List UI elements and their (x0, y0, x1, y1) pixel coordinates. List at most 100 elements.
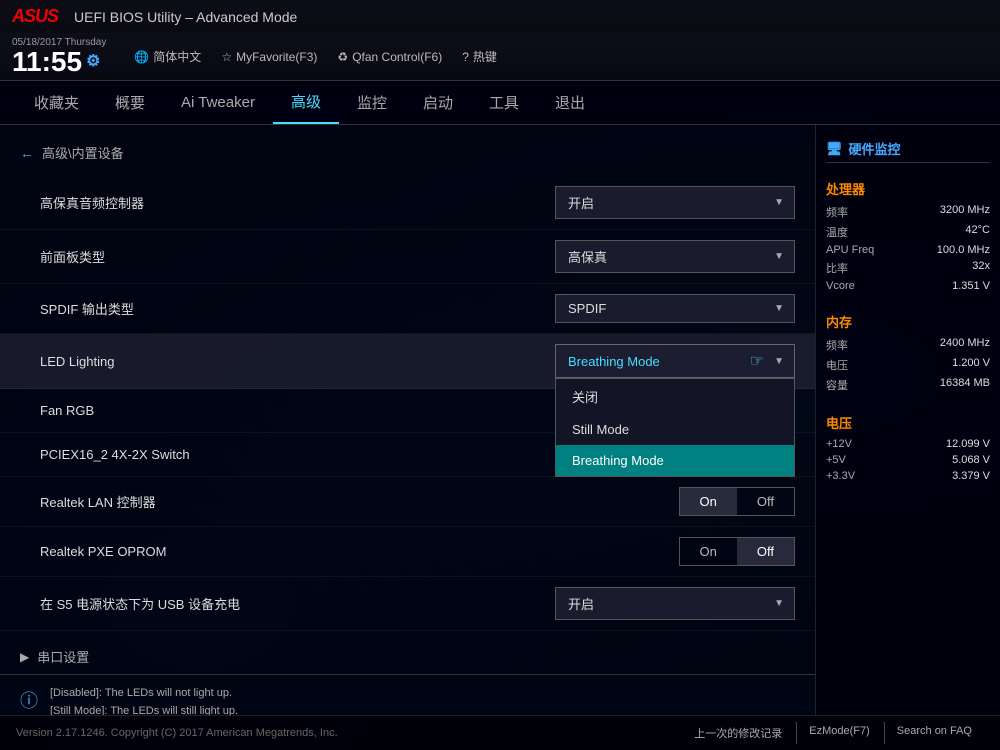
content-wrapper: ← 高级\内置设备 高保真音频控制器 开启 前面板类型 (0, 125, 1000, 715)
setting-row-spdif: SPDIF 输出类型 SPDIF (0, 284, 815, 334)
nav-tools[interactable]: 工具 (471, 82, 537, 123)
main-wrapper: ASUS UEFI BIOS Utility – Advanced Mode 0… (0, 0, 1000, 750)
mem-volt-label: 电压 (826, 357, 848, 373)
frontpanel-label: 前面板类型 (40, 247, 515, 266)
footer-version: Version 2.17.1246. Copyright (C) 2017 Am… (16, 727, 338, 739)
led-dropdown-popup: 关闭 Still Mode Breathing Mode (555, 378, 795, 477)
cpu-temp-value: 42°C (965, 224, 990, 240)
vcore-value: 1.351 V (952, 280, 990, 292)
usb-value: 开启 (568, 594, 594, 613)
nav-favorites[interactable]: 收藏夹 (16, 82, 97, 123)
star-icon: ☆ (221, 50, 232, 64)
frontpanel-dropdown[interactable]: 高保真 (555, 240, 795, 273)
pxe-label: Realtek PXE OPROM (40, 544, 515, 559)
v12-value: 12.099 V (946, 438, 990, 450)
sidebar: 🖥 硬件监控 处理器 频率 3200 MHz 温度 42°C APU Freq … (815, 125, 1000, 715)
spdif-dropdown[interactable]: SPDIF (555, 294, 795, 323)
back-arrow-icon[interactable]: ← (20, 145, 34, 161)
sidebar-group-cpu: 处理器 频率 3200 MHz 温度 42°C APU Freq 100.0 M… (826, 179, 990, 296)
mem-group-title: 内存 (826, 312, 990, 331)
audio-value: 开启 (568, 193, 594, 212)
question-icon: ? (462, 50, 469, 64)
nav-boot[interactable]: 启动 (405, 82, 471, 123)
cpu-group-title: 处理器 (826, 179, 990, 198)
expand-icon: ▶ (20, 650, 29, 664)
hotkey-menu[interactable]: ? 热键 (462, 48, 497, 65)
led-dropdown[interactable]: Breathing Mode ☞ (555, 344, 795, 378)
nav-summary[interactable]: 概要 (97, 82, 163, 123)
nav-ai-tweaker[interactable]: Ai Tweaker (163, 84, 273, 121)
spdif-control: SPDIF (515, 294, 795, 323)
pxe-toggle: On Off (679, 537, 795, 566)
datetime: 05/18/2017 Thursday 11:55 ⚙ (12, 37, 106, 76)
asus-logo: ASUS (12, 6, 58, 27)
v5-label: +5V (826, 454, 846, 466)
audio-label: 高保真音频控制器 (40, 193, 515, 212)
mem-freq-row: 频率 2400 MHz (826, 337, 990, 353)
v33-label: +3.3V (826, 470, 855, 482)
led-value: Breathing Mode (568, 354, 660, 369)
audio-dropdown[interactable]: 开启 (555, 186, 795, 219)
favorite-menu[interactable]: ☆ MyFavorite(F3) (221, 48, 317, 65)
qfan-label: Qfan Control(F6) (352, 50, 442, 64)
v33-row: +3.3V 3.379 V (826, 470, 990, 482)
vcore-label: Vcore (826, 280, 855, 292)
mem-freq-value: 2400 MHz (940, 337, 990, 353)
breadcrumb-text: 高级\内置设备 (42, 143, 124, 162)
lan-off-button[interactable]: Off (737, 488, 794, 515)
language-menu[interactable]: 🌐 简体中文 (134, 48, 201, 65)
nav-monitor[interactable]: 监控 (339, 82, 405, 123)
usb-label: 在 S5 电源状态下为 USB 设备充电 (40, 594, 515, 613)
top-menu: 🌐 简体中文 ☆ MyFavorite(F3) ♻ Qfan Control(F… (134, 48, 497, 65)
nav-advanced[interactable]: 高级 (273, 81, 339, 124)
mem-cap-label: 容量 (826, 377, 848, 393)
pxe-off-button[interactable]: Off (737, 538, 794, 565)
spdif-label: SPDIF 输出类型 (40, 299, 515, 318)
info-bar: ⓘ [Disabled]: The LEDs will not light up… (0, 674, 815, 715)
sidebar-group-volt: 电压 +12V 12.099 V +5V 5.068 V +3.3V 3.379… (826, 413, 990, 486)
lan-on-button[interactable]: On (680, 488, 737, 515)
serial-section-header[interactable]: ▶ 串口设置 (0, 639, 815, 674)
setting-row-usb: 在 S5 电源状态下为 USB 设备充电 开启 (0, 577, 815, 631)
lan-control: On Off (515, 487, 795, 516)
led-option-still[interactable]: Still Mode (556, 414, 794, 445)
serial-label: 串口设置 (37, 647, 89, 666)
apu-freq-label: APU Freq (826, 244, 874, 256)
nav-exit[interactable]: 退出 (537, 82, 603, 123)
setting-row-frontpanel: 前面板类型 高保真 (0, 230, 815, 284)
v33-value: 3.379 V (952, 470, 990, 482)
ezmode-button[interactable]: EzMode(F7) (796, 722, 882, 744)
fan-icon: ♻ (337, 50, 348, 64)
hotkey-label: 热键 (473, 48, 497, 65)
fanrgb-label: Fan RGB (40, 403, 515, 418)
mem-cap-row: 容量 16384 MB (826, 377, 990, 393)
qfan-menu[interactable]: ♻ Qfan Control(F6) (337, 48, 442, 65)
apu-freq-row: APU Freq 100.0 MHz (826, 244, 990, 256)
v5-row: +5V 5.068 V (826, 454, 990, 466)
pxe-control: On Off (515, 537, 795, 566)
led-option-off[interactable]: 关闭 (556, 379, 794, 414)
pxe-on-button[interactable]: On (680, 538, 737, 565)
cpu-temp-label: 温度 (826, 224, 848, 240)
top-bar: 05/18/2017 Thursday 11:55 ⚙ 🌐 简体中文 ☆ MyF… (0, 33, 1000, 80)
time: 11:55 ⚙ (12, 48, 100, 76)
mem-volt-row: 电压 1.200 V (826, 357, 990, 373)
volt-group-title: 电压 (826, 413, 990, 432)
usb-control: 开启 (515, 587, 795, 620)
frontpanel-value: 高保真 (568, 247, 607, 266)
usb-dropdown[interactable]: 开启 (555, 587, 795, 620)
bios-title: UEFI BIOS Utility – Advanced Mode (74, 9, 297, 25)
led-option-breathing[interactable]: Breathing Mode (556, 445, 794, 476)
setting-row-pxe: Realtek PXE OPROM On Off (0, 527, 815, 577)
v12-label: +12V (826, 438, 852, 450)
search-faq-button[interactable]: Search on FAQ (884, 722, 984, 744)
header: ASUS UEFI BIOS Utility – Advanced Mode 0… (0, 0, 1000, 81)
pcie-label: PCIEX16_2 4X-2X Switch (40, 447, 515, 462)
sidebar-title-text: 硬件监控 (849, 139, 901, 158)
spdif-value: SPDIF (568, 301, 606, 316)
globe-icon: 🌐 (134, 50, 149, 64)
settings-gear-icon[interactable]: ⚙ (86, 54, 100, 70)
last-change-button[interactable]: 上一次的修改记录 (682, 722, 794, 744)
apu-freq-value: 100.0 MHz (937, 244, 990, 256)
v12-row: +12V 12.099 V (826, 438, 990, 450)
